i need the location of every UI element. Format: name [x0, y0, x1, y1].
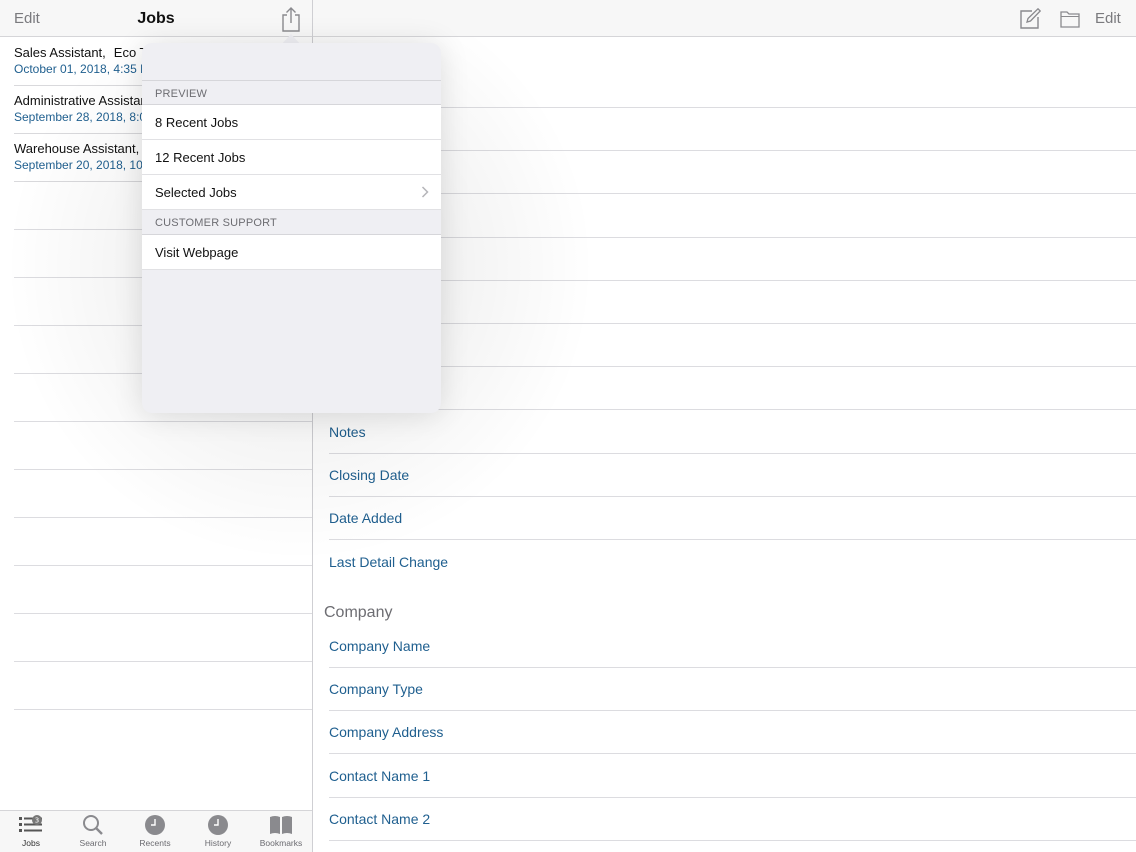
field-row: [329, 108, 1136, 152]
tab-history[interactable]: History: [187, 814, 249, 848]
compose-icon[interactable]: [1019, 8, 1041, 30]
empty-row: [14, 470, 312, 518]
tab-recents[interactable]: Recents: [124, 814, 186, 848]
master-title: Jobs: [137, 10, 175, 27]
field-label: Date Added: [329, 509, 403, 526]
field-label: Contact Name 2: [329, 810, 431, 827]
tab-label: Jobs: [22, 838, 40, 848]
field-label: Company Address: [329, 724, 444, 741]
field-label: Company Name: [329, 638, 431, 655]
field-label: Notes: [329, 423, 366, 440]
app-window: Edit Jobs Sales Assistant, Eco T October …: [0, 0, 1136, 852]
clock-icon: [145, 815, 165, 835]
field-row-closing-date[interactable]: Closing Date: [329, 454, 1136, 497]
field-row: [329, 324, 1136, 368]
menu-item-12-recent-jobs[interactable]: 12 Recent Jobs: [142, 140, 441, 175]
popover-section-preview: PREVIEW: [142, 80, 441, 105]
section-title: Company: [324, 604, 393, 622]
job-title: Sales Assistant, Eco T: [14, 45, 148, 60]
field-row-date-added[interactable]: Date Added: [329, 497, 1136, 540]
empty-row: [14, 518, 312, 566]
field-row-contact-name-1[interactable]: Contact Name 1: [329, 754, 1136, 798]
field-row: [329, 281, 1136, 324]
share-icon[interactable]: [280, 6, 302, 32]
tab-label: Bookmarks: [259, 838, 303, 848]
empty-row: [14, 566, 312, 614]
share-popover: PREVIEW 8 Recent Jobs 12 Recent Jobs Sel…: [142, 43, 441, 413]
field-row-company-type[interactable]: Company Type: [329, 668, 1136, 712]
field-row-last-detail-change[interactable]: Last Detail Change: [329, 540, 1136, 583]
empty-row: [14, 422, 312, 470]
chevron-right-icon: [421, 186, 429, 198]
empty-row: [14, 662, 312, 710]
master-navbar: Edit Jobs: [0, 0, 312, 37]
tab-search[interactable]: Search: [62, 814, 124, 848]
field-label: Last Detail Change: [329, 554, 449, 571]
history-icon: [208, 815, 228, 835]
tab-label: Search: [79, 838, 107, 848]
empty-row: [14, 614, 312, 662]
field-row-contact-name-2[interactable]: Contact Name 2: [329, 798, 1136, 841]
section-header-company: Company: [313, 583, 1136, 626]
job-date: September 20, 2018, 10: [14, 158, 143, 172]
field-row: [329, 367, 1136, 411]
field-label: Company Type: [329, 681, 423, 698]
tab-jobs[interactable]: 3 Jobs: [0, 814, 62, 848]
menu-item-8-recent-jobs[interactable]: 8 Recent Jobs: [142, 105, 441, 140]
jobs-badge: 3: [35, 817, 39, 825]
field-row: [329, 194, 1136, 238]
tab-label: Recents: [139, 838, 171, 848]
detail-navbar: Edit: [313, 0, 1136, 37]
field-label: Closing Date: [329, 466, 410, 483]
job-date: September 28, 2018, 8:0: [14, 110, 147, 124]
field-label: Contact Name 1: [329, 767, 431, 784]
jobs-list-icon: 3: [19, 815, 42, 832]
detail-edit-button[interactable]: Edit: [1095, 10, 1121, 27]
job-title: Warehouse Assistant,: [14, 141, 140, 156]
job-date: October 01, 2018, 4:35 P: [14, 62, 149, 76]
field-row-company-name[interactable]: Company Name: [329, 626, 1136, 669]
search-icon: [83, 815, 103, 835]
tab-bookmarks[interactable]: Bookmarks: [250, 814, 312, 848]
field-row-company-address[interactable]: Company Address: [329, 711, 1136, 755]
job-title: Administrative Assistant: [14, 93, 152, 108]
book-icon: [270, 816, 292, 834]
menu-item-label: Selected Jobs: [155, 185, 237, 200]
tab-label: History: [204, 838, 232, 848]
field-row-notes[interactable]: Notes: [329, 410, 1136, 454]
menu-item-visit-webpage[interactable]: Visit Webpage: [142, 235, 441, 270]
field-row: [329, 151, 1136, 195]
popover-section-support: CUSTOMER SUPPORT: [142, 210, 441, 235]
folder-icon[interactable]: [1060, 10, 1080, 28]
tab-bar: 3 Jobs Search Recents History Bookmarks: [0, 810, 312, 852]
field-row: [329, 238, 1136, 281]
field-row: [329, 38, 1136, 108]
menu-item-selected-jobs[interactable]: Selected Jobs: [142, 175, 441, 210]
